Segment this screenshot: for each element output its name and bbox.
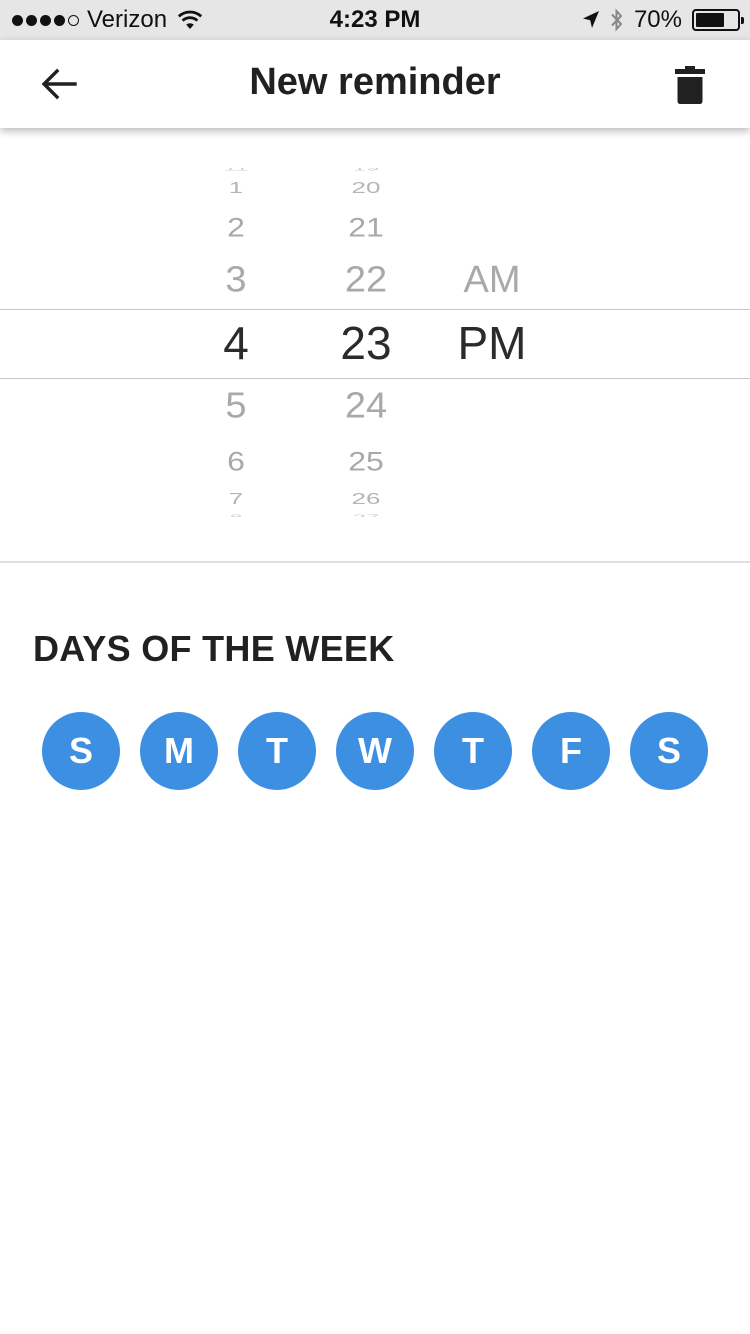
status-right: 70% <box>582 0 744 40</box>
hour-option-label: 11 <box>223 163 249 172</box>
minute-option-label: 23 <box>340 317 392 370</box>
hour-option[interactable]: 8 <box>196 503 276 521</box>
minute-option-selected[interactable]: 23 <box>320 316 412 371</box>
hour-option[interactable]: 6 <box>196 442 276 480</box>
minute-wheel[interactable]: 19 20 21 22 23 24 25 26 27 <box>320 128 412 562</box>
location-arrow-icon <box>582 11 599 28</box>
minute-option-label: 25 <box>348 445 384 477</box>
day-toggle-0[interactable]: S <box>42 712 120 790</box>
hour-option-label: 8 <box>229 512 243 521</box>
bluetooth-icon <box>611 8 623 32</box>
minute-option-label: 24 <box>344 386 388 427</box>
hour-option[interactable]: 3 <box>196 258 276 304</box>
battery-percent: 70% <box>633 6 682 33</box>
minute-option[interactable]: 24 <box>320 384 412 430</box>
days-section-title: DAYS OF THE WEEK <box>33 628 395 669</box>
battery-level-fill <box>696 13 724 27</box>
minute-option-label: 20 <box>351 178 381 197</box>
hour-option-label: 6 <box>227 445 245 477</box>
minute-option-label: 19 <box>352 163 380 172</box>
day-toggle-4[interactable]: T <box>434 712 512 790</box>
days-of-week-selector: SMTWTFS <box>42 712 722 792</box>
delete-button[interactable] <box>670 64 710 106</box>
hour-option-label: 4 <box>223 317 249 370</box>
hour-wheel[interactable]: 11 1 2 3 4 5 6 7 8 <box>196 128 276 562</box>
hour-option-selected[interactable]: 4 <box>196 316 276 371</box>
minute-option[interactable]: 22 <box>320 258 412 304</box>
period-option[interactable]: AM <box>440 258 544 304</box>
day-toggle-1[interactable]: M <box>140 712 218 790</box>
period-option-selected[interactable]: PM <box>440 316 544 371</box>
hour-option-label: 2 <box>227 211 245 243</box>
minute-option[interactable]: 20 <box>320 172 412 203</box>
minute-option-label: 22 <box>344 260 388 301</box>
trash-icon <box>675 66 705 104</box>
day-toggle-2[interactable]: T <box>238 712 316 790</box>
minute-option[interactable]: 25 <box>320 442 412 480</box>
minute-option[interactable]: 27 <box>320 503 412 521</box>
page-title: New reminder <box>249 61 501 103</box>
status-bar: Verizon 4:23 PM 70% <box>0 0 750 40</box>
battery-icon <box>692 9 744 31</box>
hour-option-label: 3 <box>225 260 247 301</box>
time-picker[interactable]: 11 1 2 3 4 5 6 7 8 19 20 21 22 23 24 25 26 27 AM PM <box>0 128 750 562</box>
minute-option[interactable]: 21 <box>320 208 412 246</box>
app-bar: New reminder <box>0 40 750 128</box>
minute-option-label: 27 <box>352 512 380 521</box>
hour-option[interactable]: 1 <box>196 172 276 203</box>
day-toggle-3[interactable]: W <box>336 712 414 790</box>
day-toggle-5[interactable]: F <box>532 712 610 790</box>
hour-option[interactable]: 2 <box>196 208 276 246</box>
section-divider <box>0 561 750 563</box>
minute-option-label: 21 <box>348 211 384 243</box>
hour-option[interactable]: 5 <box>196 384 276 430</box>
ampm-wheel[interactable]: AM PM <box>440 128 544 562</box>
hour-option-label: 1 <box>228 178 244 197</box>
day-toggle-6[interactable]: S <box>630 712 708 790</box>
hour-option-label: 5 <box>225 386 247 427</box>
